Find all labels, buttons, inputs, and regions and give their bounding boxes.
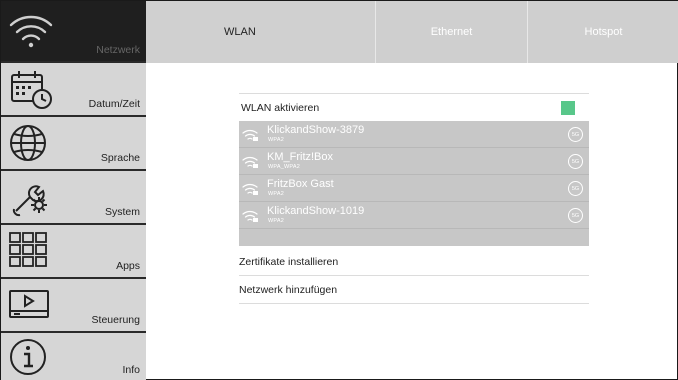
sidebar-item-apps[interactable]: Apps xyxy=(1,225,146,279)
network-name: KlickandShow-3879 xyxy=(267,124,365,136)
band-5g-icon: 5G xyxy=(568,208,583,223)
band-5g-icon: 5G xyxy=(568,154,583,169)
sidebar-item-label: Info xyxy=(122,364,140,376)
network-item[interactable]: KlickandShow-1019 WPA2 5G xyxy=(239,202,589,229)
sidebar-item-label: System xyxy=(104,206,140,218)
wifi-locked-icon xyxy=(241,181,261,197)
network-item[interactable]: KM_Fritz!Box WPA_WPA2 5G xyxy=(239,148,589,175)
tab-wlan[interactable]: WLAN xyxy=(146,1,376,63)
globe-icon xyxy=(6,121,56,165)
wrench-gear-icon xyxy=(6,175,56,219)
sidebar-item-system[interactable]: System xyxy=(1,171,146,225)
sidebar: Netzwerk Datum/Zeit Sprache System Apps … xyxy=(1,1,146,380)
network-security: WPA2 xyxy=(268,218,284,224)
band-5g-icon: 5G xyxy=(568,127,583,142)
wifi-locked-icon xyxy=(241,127,261,143)
install-certificates-item[interactable]: Zertifikate installieren xyxy=(239,248,589,276)
wlan-panel: WLAN aktivieren KlickandShow-3879 WPA2 5… xyxy=(239,93,589,304)
network-list: KlickandShow-3879 WPA2 5G KM_Fritz!Box W… xyxy=(239,121,589,246)
sidebar-item-datum-zeit[interactable]: Datum/Zeit xyxy=(1,63,146,117)
sidebar-item-label: Netzwerk xyxy=(96,44,140,56)
sidebar-item-label: Apps xyxy=(116,260,140,272)
wifi-locked-icon xyxy=(241,154,261,170)
sidebar-item-label: Sprache xyxy=(100,152,140,164)
wlan-enable-toggle[interactable] xyxy=(561,101,575,115)
network-name: FritzBox Gast xyxy=(267,178,334,190)
sidebar-item-sprache[interactable]: Sprache xyxy=(1,117,146,171)
sidebar-item-steuerung[interactable]: Steuerung xyxy=(1,279,146,333)
tab-ethernet[interactable]: Ethernet xyxy=(376,1,528,63)
play-screen-icon xyxy=(6,285,56,329)
tab-hotspot[interactable]: Hotspot xyxy=(528,1,678,63)
wlan-enable-label: WLAN aktivieren xyxy=(241,101,320,114)
wifi-icon xyxy=(6,9,56,53)
wifi-locked-icon xyxy=(241,208,261,224)
sidebar-item-netzwerk[interactable]: Netzwerk xyxy=(1,1,146,63)
sidebar-item-label: Steuerung xyxy=(91,314,140,326)
network-security: WPA2 xyxy=(268,191,284,197)
tab-bar: WLAN Ethernet Hotspot xyxy=(146,1,678,63)
info-icon xyxy=(6,335,56,379)
settings-window: Netzwerk Datum/Zeit Sprache System Apps … xyxy=(0,0,678,380)
grid-icon xyxy=(6,229,56,273)
network-security: WPA_WPA2 xyxy=(268,164,300,170)
sidebar-item-label: Datum/Zeit xyxy=(88,98,140,110)
network-item[interactable]: KlickandShow-3879 WPA2 5G xyxy=(239,121,589,148)
network-security: WPA2 xyxy=(268,137,284,143)
network-item[interactable]: FritzBox Gast WPA2 5G xyxy=(239,175,589,202)
wlan-enable-row: WLAN aktivieren xyxy=(239,93,589,121)
network-name: KM_Fritz!Box xyxy=(267,151,334,163)
add-network-item[interactable]: Netzwerk hinzufügen xyxy=(239,276,589,304)
band-5g-icon: 5G xyxy=(568,181,583,196)
calendar-clock-icon xyxy=(6,67,56,111)
sidebar-item-info[interactable]: Info xyxy=(1,333,146,380)
network-name: KlickandShow-1019 xyxy=(267,205,365,217)
